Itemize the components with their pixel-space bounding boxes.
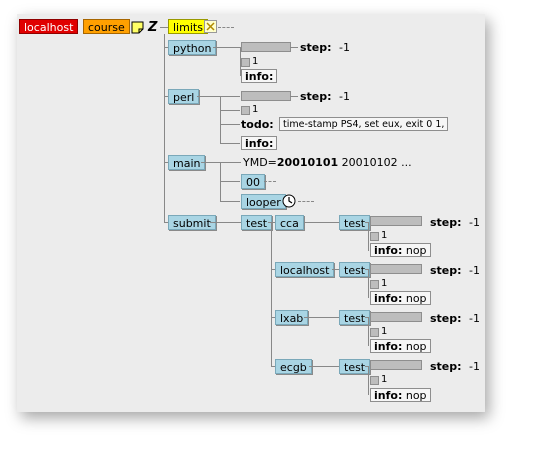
family-node-localhost[interactable]: localhost — [275, 262, 335, 277]
meter-bar-perl — [241, 91, 291, 101]
event-label: 1 — [381, 278, 388, 289]
event-label: 1 — [381, 374, 388, 385]
step-value: -1 — [339, 90, 350, 103]
info-label-perl[interactable]: info: — [241, 136, 278, 150]
step-value: -1 — [339, 41, 350, 54]
family-node-ecgb[interactable]: ecgb — [275, 359, 312, 374]
event-box[interactable] — [370, 328, 379, 337]
family-node-cca[interactable]: cca — [275, 215, 304, 230]
todo-value[interactable]: time-stamp PS4, set eux, exit 0 1, — [279, 117, 449, 131]
meter-bar-localhost — [370, 264, 422, 274]
task-node-looper[interactable]: looper — [241, 194, 286, 209]
step-value: -1 — [469, 216, 480, 229]
step-label: step: — [300, 41, 332, 54]
repeat-ymd: YMD=20010101 20010102 ... — [243, 156, 412, 169]
step-label: step: — [430, 216, 462, 229]
event-box[interactable] — [370, 280, 379, 289]
event-label: 1 — [381, 230, 388, 241]
step-label: step: — [300, 90, 332, 103]
meter-bar-cca — [370, 216, 422, 226]
meter-bar-lxab — [370, 312, 422, 322]
todo-label: todo: — [241, 118, 274, 131]
clock-icon — [282, 194, 296, 208]
info-label-lxab[interactable]: info: nop — [370, 339, 431, 353]
family-node-00[interactable]: 00 — [241, 174, 265, 189]
z-label: Z — [148, 20, 158, 35]
close-icon[interactable] — [204, 20, 217, 33]
step-label: step: — [430, 264, 462, 277]
step-label: step: — [430, 312, 462, 325]
event-box[interactable] — [241, 106, 250, 115]
event-label: 1 — [381, 326, 388, 337]
event-box[interactable] — [370, 376, 379, 385]
meter-bar-python — [241, 42, 291, 52]
tree-canvas: localhost course Z limits python step: -… — [17, 14, 485, 412]
meter-bar-ecgb — [370, 360, 422, 370]
step-label: step: — [430, 360, 462, 373]
step-value: -1 — [469, 312, 480, 325]
note-icon[interactable] — [131, 21, 145, 34]
info-label-ecgb[interactable]: info: nop — [370, 388, 431, 402]
event-box[interactable] — [241, 58, 250, 67]
family-node-submit[interactable]: submit — [168, 215, 216, 230]
event-label: 1 — [252, 56, 259, 67]
info-label-cca[interactable]: info: nop — [370, 243, 431, 257]
event-label: 1 — [252, 104, 259, 115]
info-label-python[interactable]: info: — [241, 69, 278, 83]
family-node-python[interactable]: python — [168, 40, 217, 55]
info-label-localhost[interactable]: info: nop — [370, 291, 431, 305]
step-value: -1 — [469, 360, 480, 373]
family-node-main[interactable]: main — [168, 155, 206, 170]
step-value: -1 — [469, 264, 480, 277]
limits-node[interactable]: limits — [168, 19, 208, 34]
server-node-localhost[interactable]: localhost — [19, 19, 79, 34]
event-box[interactable] — [370, 232, 379, 241]
family-node-perl[interactable]: perl — [168, 89, 200, 104]
suite-node-course[interactable]: course — [83, 19, 130, 34]
